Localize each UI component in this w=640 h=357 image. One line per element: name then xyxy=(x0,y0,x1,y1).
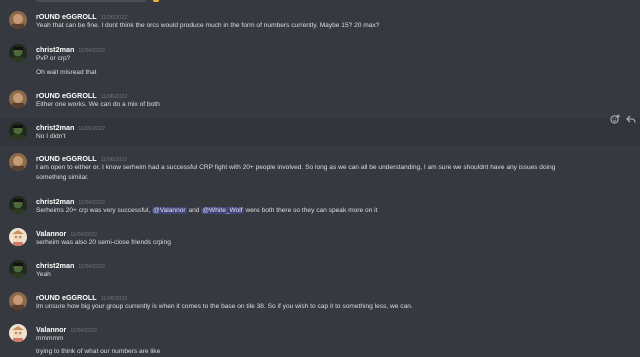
avatar-eggroll[interactable] xyxy=(9,292,27,310)
reply-icon[interactable] xyxy=(626,114,636,124)
author-name[interactable]: christ2man xyxy=(36,45,74,54)
message-text: Oh wait misread that xyxy=(36,69,97,76)
message-text: Serheims 20+ crp was very successful, @V… xyxy=(36,206,632,216)
message-4[interactable]: christ2man 11/06/2022 No I didn't xyxy=(0,114,640,146)
previous-message-fragment xyxy=(36,0,196,2)
avatar-eggroll[interactable] xyxy=(9,153,27,171)
author-name[interactable]: rOUND eGGROLL xyxy=(36,293,97,302)
author-name[interactable]: rOUND eGGROLL xyxy=(36,12,97,21)
message-text: Im unsure how big your group currently i… xyxy=(36,303,413,310)
message-text: Either one works. We can do a mix of bot… xyxy=(36,101,160,108)
avatar-christ2man[interactable] xyxy=(9,260,27,278)
author-name[interactable]: Valannor xyxy=(36,229,66,238)
avatar-eggroll[interactable] xyxy=(9,90,27,108)
avatar-christ2man[interactable] xyxy=(9,44,27,62)
message-10[interactable]: Valannor 11/06/2022 mmmmm trying to think… xyxy=(0,323,640,357)
avatar-christ2man[interactable] xyxy=(9,122,27,140)
message-3[interactable]: rOUND eGGROLL 11/06/2022 Either one works… xyxy=(0,89,640,113)
message-9[interactable]: rOUND eGGROLL 11/06/2022 Im unsure how bi… xyxy=(0,291,640,315)
author-name[interactable]: rOUND eGGROLL xyxy=(36,154,97,163)
user-mention-valannor[interactable]: @Valannor xyxy=(152,207,187,214)
author-name[interactable]: christ2man xyxy=(36,261,74,270)
avatar-valannor[interactable] xyxy=(9,324,27,342)
message-text: I am open to either or. I know serheim h… xyxy=(36,164,556,171)
avatar-valannor[interactable] xyxy=(9,228,27,246)
message-text: Yeah that can be fine. I dont think the … xyxy=(36,22,380,29)
author-name[interactable]: christ2man xyxy=(36,123,74,132)
user-mention-white-wolf[interactable]: @White_Wolf xyxy=(201,207,244,214)
message-1[interactable]: rOUND eGGROLL 11/06/2022 Yeah that can be… xyxy=(0,10,640,34)
avatar-eggroll[interactable] xyxy=(9,11,27,29)
message-hover-actions xyxy=(610,114,636,124)
avatar-christ2man[interactable] xyxy=(9,196,27,214)
author-name[interactable]: christ2man xyxy=(36,197,74,206)
message-text: No I didn't xyxy=(36,133,66,140)
message-7[interactable]: Valannor 11/06/2022 serheim was also 20 s… xyxy=(0,227,640,251)
message-8[interactable]: christ2man 11/06/2022 Yeah xyxy=(0,259,640,283)
message-text: serheim was also 20 semi-close friends c… xyxy=(36,239,171,246)
message-text: Yeah xyxy=(36,271,51,278)
message-text-part: were both there so they can speak more o… xyxy=(245,207,378,214)
message-text: mmmmm xyxy=(36,335,64,342)
message-text: something similar. xyxy=(36,174,89,181)
message-text: trying to think of what our numbers are … xyxy=(36,348,161,355)
message-6[interactable]: christ2man 11/06/2022 Serheims 20+ crp wa… xyxy=(0,195,640,219)
message-text-part: Serheims 20+ crp was very successful, xyxy=(36,207,151,214)
message-text-part: and xyxy=(188,207,200,214)
add-reaction-icon[interactable] xyxy=(610,114,620,124)
message-text: PvP or crp? xyxy=(36,55,71,62)
author-name[interactable]: Valannor xyxy=(36,325,66,334)
message-5[interactable]: rOUND eGGROLL 11/06/2022 I am open to eit… xyxy=(0,152,640,186)
chat-message-list: rOUND eGGROLL 11/06/2022 Yeah that can be… xyxy=(0,0,640,357)
message-2[interactable]: christ2man 11/06/2022 PvP or crp? Oh wait… xyxy=(0,43,640,77)
author-name[interactable]: rOUND eGGROLL xyxy=(36,91,97,100)
